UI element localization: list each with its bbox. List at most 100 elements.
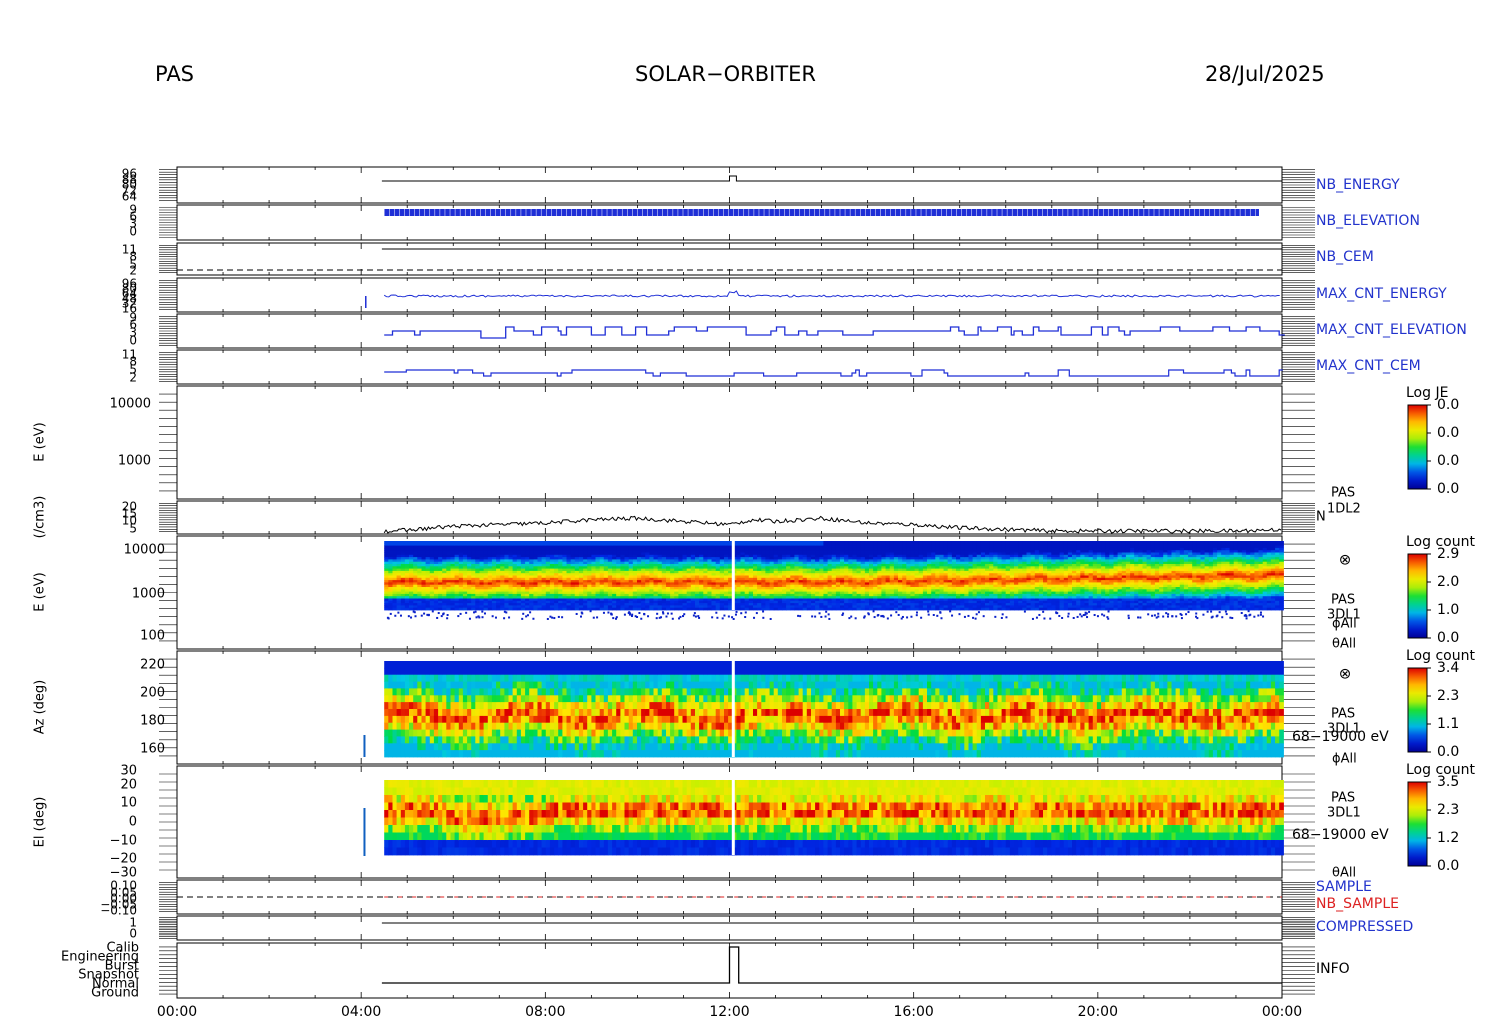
energy-cell [653, 589, 659, 592]
energy-cell [802, 596, 808, 599]
energy-cell [666, 587, 671, 590]
energy-cell [388, 575, 393, 579]
nb-energy-trace [381, 175, 1282, 182]
energy-cell [496, 554, 501, 558]
energy-cell [844, 557, 849, 560]
energy-cell [479, 570, 485, 574]
energy-cell [616, 561, 621, 565]
energy-cell [471, 603, 476, 606]
energy-cell [670, 605, 675, 609]
energy-cell [591, 589, 597, 592]
energy-cell [773, 603, 779, 606]
energy-cell [500, 596, 505, 599]
energy-cell [703, 566, 708, 569]
energy-cell [740, 573, 746, 576]
energy-cell [612, 552, 617, 556]
energy-cell [616, 547, 621, 551]
energy-cell [537, 598, 543, 602]
energy-cell [761, 564, 766, 567]
energy-cell [869, 561, 874, 565]
energy-cell [392, 593, 398, 597]
energy-cell [835, 600, 841, 604]
energy-cell [856, 561, 862, 565]
energy-cell [533, 564, 539, 567]
energy-cell [549, 600, 555, 604]
energy-cell [500, 561, 505, 565]
energy-cell [558, 591, 563, 595]
energy-cell [628, 570, 634, 574]
energy-cell [620, 575, 626, 579]
energy-cell [736, 543, 742, 546]
energy-cell [583, 552, 588, 556]
energy-cell [699, 561, 704, 565]
energy-cell [736, 570, 742, 574]
energy-cell [500, 554, 505, 558]
energy-cell [529, 547, 534, 551]
energy-cell [674, 541, 679, 544]
energy-cell [848, 575, 853, 579]
energy-cell [686, 564, 692, 567]
energy-cell [881, 564, 887, 567]
energy-cell [384, 557, 389, 560]
energy-cell [757, 564, 762, 567]
energy-cell [558, 564, 563, 567]
energy-cell [811, 591, 816, 595]
energy-cell [628, 575, 634, 579]
energy-cell [574, 568, 580, 572]
energy-cell [475, 573, 480, 576]
energy-cell [881, 584, 887, 588]
energy-cell [496, 559, 501, 563]
energy-cell [798, 587, 804, 590]
energy-cell [624, 577, 630, 581]
energy-cell [637, 577, 642, 581]
energy-cell [831, 584, 837, 588]
energy-cell [599, 600, 605, 604]
energy-cell [558, 541, 563, 544]
energy-cell [566, 570, 572, 574]
energy-cell [707, 552, 713, 556]
energy-cell [806, 575, 812, 579]
energy-cell [869, 577, 874, 581]
energy-cell [736, 591, 742, 595]
energy-cell [508, 596, 514, 599]
energy-cell [873, 589, 878, 592]
energy-cell [479, 573, 485, 576]
energy-cell [525, 554, 530, 558]
energy-cell [491, 559, 497, 563]
energy-cell [748, 573, 754, 576]
energy-cell [827, 570, 833, 574]
energy-cell [802, 589, 808, 592]
energy-cell [740, 577, 746, 581]
energy-cell [413, 550, 418, 553]
energy-cell [661, 568, 667, 572]
energy-cell [686, 582, 692, 586]
energy-cell [777, 570, 783, 574]
energy-cell [819, 582, 824, 586]
energy-cell [736, 557, 742, 560]
energy-cell [462, 541, 468, 544]
energy-cell [790, 570, 795, 574]
energy-cell [612, 566, 617, 569]
energy-cell [583, 561, 588, 565]
energy-cell [438, 561, 443, 565]
energy-cell [856, 587, 862, 590]
energy-cell [790, 547, 795, 551]
energy-cell [438, 550, 443, 553]
energy-cell [786, 587, 791, 590]
energy-cell [612, 557, 617, 560]
energy-cell [396, 545, 402, 549]
energy-cell [574, 564, 580, 567]
energy-cell [525, 605, 530, 609]
energy-cell [595, 596, 601, 599]
energy-cell [516, 584, 522, 588]
energy-cell [777, 545, 783, 549]
energy-cell [840, 552, 845, 556]
energy-cell [599, 557, 605, 560]
energy-cell [388, 593, 393, 597]
energy-cell [487, 545, 493, 549]
energy-cell [786, 541, 791, 544]
energy-cell [661, 591, 667, 595]
energy-cell [719, 568, 725, 572]
energy-cell [794, 566, 800, 569]
energy-cell [703, 541, 708, 544]
